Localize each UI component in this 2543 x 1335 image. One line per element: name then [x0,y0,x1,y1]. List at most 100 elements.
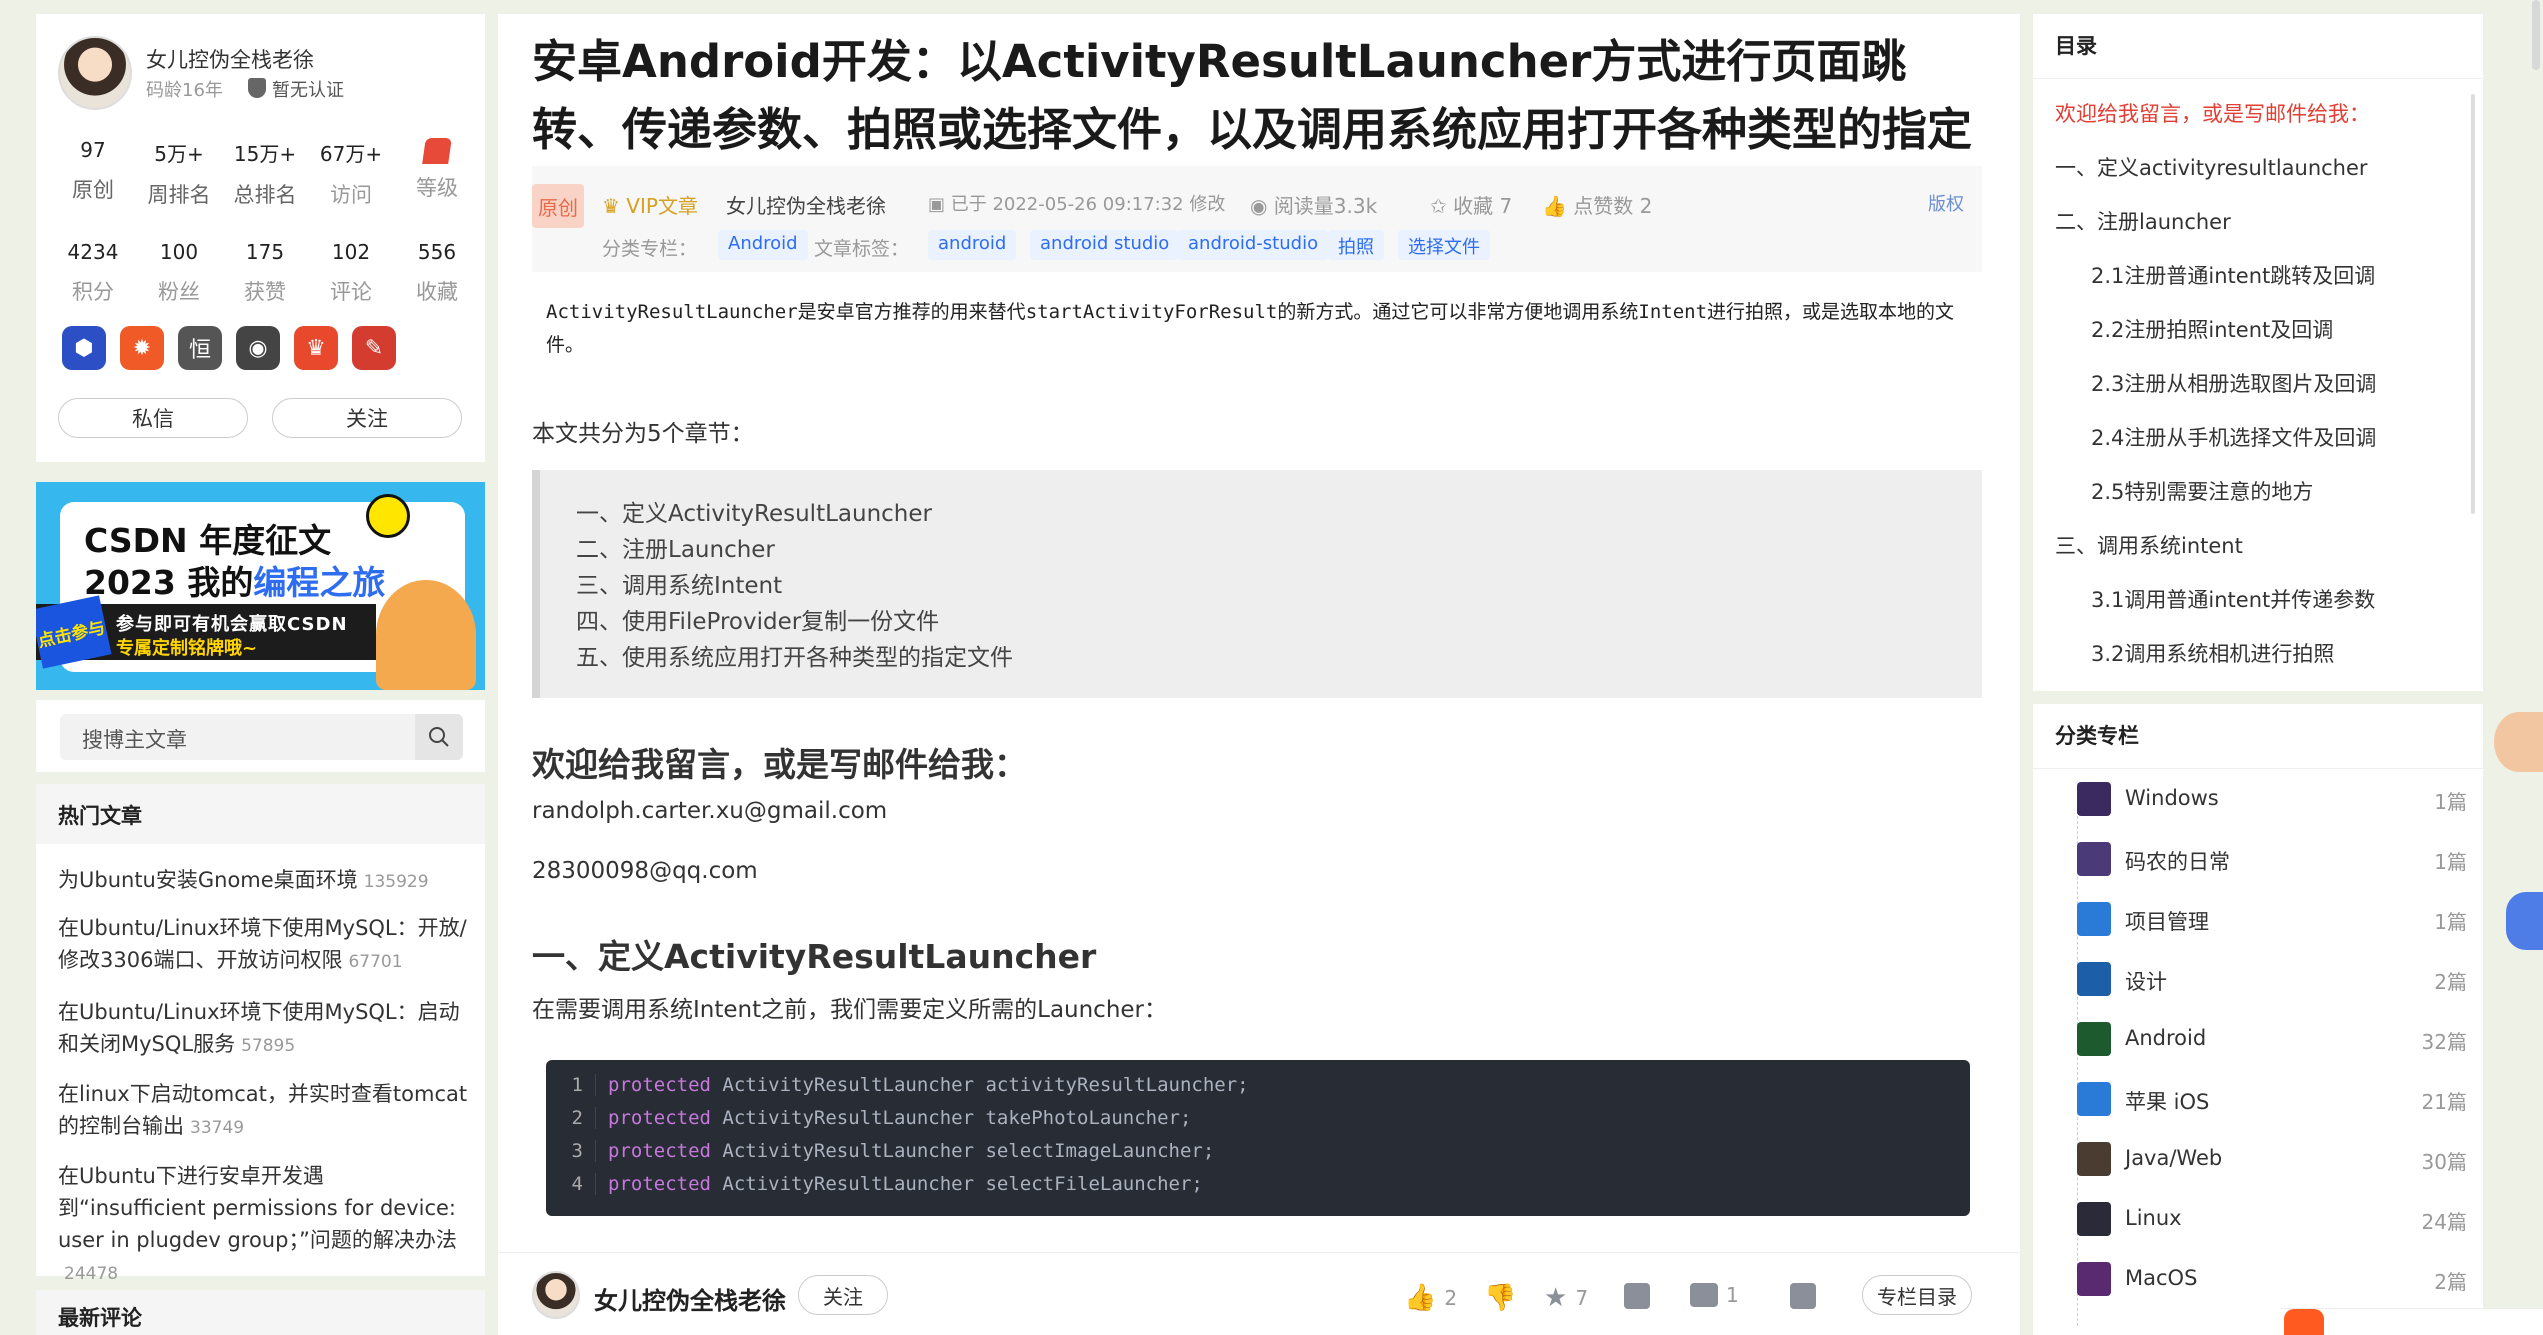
code-line: 1 protected ActivityResultLauncher activi… [546,1074,1970,1107]
favorite-count[interactable]: ✩ 收藏 7 [1430,190,1512,219]
tag-android[interactable]: android [928,230,1017,260]
toc-item[interactable]: 二、注册launcher [2055,206,2231,236]
badge-red-icon[interactable]: ♛ [294,326,338,370]
meta-author[interactable]: 女儿控伪全栈老徐 [726,190,886,219]
floating-sidebar [2492,0,2543,1335]
hot-article-item[interactable]: 在Ubuntu/Linux环境下使用MySQL：开放/修改3306端口、开放访问… [58,912,468,978]
scroll-track[interactable] [2532,0,2540,70]
copyright-link[interactable]: 版权 [1928,190,1964,216]
event-banner[interactable]: CSDN 年度征文 2023 我的编程之旅 点击参与 参与即可有机会赢取CSDN… [36,482,485,690]
stat-comments[interactable]: 102 评论 [306,240,396,306]
banner-subtitle: 2023 我的 [84,563,254,602]
category-design[interactable]: 设计 2篇 [2077,962,2467,1002]
github-icon[interactable]: ◉ [236,326,280,370]
category-linux[interactable]: Linux 24篇 [2077,1202,2467,1242]
stat-points[interactable]: 4234 积分 [48,240,138,306]
toc-scrollbar[interactable] [2471,94,2475,514]
banner-highlight: 编程之旅 [253,563,386,602]
mascot-icon[interactable] [2494,712,2543,772]
vip-label[interactable]: ♛ VIP文章 [602,190,698,219]
original-badge: 原创 [532,184,584,228]
follow-button[interactable]: 关注 [272,398,462,438]
stat-week-rank[interactable]: 5万+ 周排名 [134,138,224,209]
read-count: ◉ 阅读量3.3k [1250,194,1378,218]
toc-item[interactable]: 2.4注册从手机选择文件及回调 [2091,422,2376,452]
message-button[interactable]: 私信 [58,398,248,438]
certification-status: 暂无认证 [272,80,344,101]
category-windows[interactable]: Windows 1篇 [2077,782,2467,822]
author-name[interactable]: 女儿控伪全栈老徐 [146,44,314,74]
hot-articles: 热门文章 为Ubuntu安装Gnome桌面环境 135929 在Ubuntu/Li… [36,784,485,1284]
chapter-item: 五、使用系统应用打开各种类型的指定文件 [576,645,1013,671]
java-category-icon [2077,1142,2111,1176]
hot-article-item[interactable]: 在linux下启动tomcat，并实时查看tomcat的控制台输出 33749 [58,1078,468,1144]
toolbar-avatar[interactable] [532,1271,580,1319]
tag-photo[interactable]: 拍照 [1328,230,1384,260]
toolbar-like-button[interactable]: 👍 2 [1404,1283,1457,1313]
stat-visits[interactable]: 67万+ 访问 [306,138,396,209]
daily-category-icon [2077,842,2111,876]
toc-item[interactable]: 2.1注册普通intent跳转及回调 [2091,260,2375,290]
toolbar-favorite-button[interactable]: ★ 7 [1544,1283,1588,1313]
category-android[interactable]: Android 32篇 [2077,1022,2467,1062]
latest-comments: 最新评论 [36,1290,485,1335]
views-count: 67701 [348,952,403,972]
toc-item[interactable]: 欢迎给我留言，或是写邮件给我： [2055,98,2370,128]
toolbar-dislike-button[interactable]: 👎 [1484,1283,1516,1313]
project-category-icon [2077,902,2111,936]
section-heading-define: 一、定义ActivityResultLauncher [532,937,1097,976]
toc-item[interactable]: 三、调用系统intent [2055,530,2243,560]
stat-level[interactable]: 等级 [392,138,482,202]
banner-character-illustration [376,580,476,690]
thumb-up-icon: 👍 [1404,1283,1437,1313]
toc-item[interactable]: 2.3注册从相册选取图片及回调 [2091,368,2376,398]
chapter-item: 三、调用系统Intent [576,573,783,599]
tag-android-studio-hyphen[interactable]: android-studio [1178,230,1329,260]
stat-total-rank[interactable]: 15万+ 总排名 [220,138,310,209]
feedback-icon[interactable] [2506,892,2543,950]
hot-article-item[interactable]: 为Ubuntu安装Gnome桌面环境 135929 [58,864,468,898]
category-project-management[interactable]: 项目管理 1篇 [2077,902,2467,942]
toc-item[interactable]: 一、定义activityresultlauncher [2055,152,2368,182]
stat-original[interactable]: 97 原创 [48,138,138,204]
category-ios[interactable]: 苹果 iOS 21篇 [2077,1082,2467,1122]
stat-likes[interactable]: 175 获赞 [220,240,310,306]
toc-item[interactable]: 2.2注册拍照intent及回调 [2091,314,2333,344]
toolbar-share-button[interactable] [1790,1283,1816,1309]
star-icon: ★ [1544,1283,1568,1313]
badge-blue-icon[interactable]: ⬢ [62,326,106,370]
stat-favorites[interactable]: 556 收藏 [392,240,482,306]
toolbar-reward-button[interactable] [1624,1283,1650,1309]
search-input[interactable]: 搜博主文章 [60,714,415,760]
stat-fans[interactable]: 100 粉丝 [134,240,224,306]
tag-select-file[interactable]: 选择文件 [1398,230,1490,260]
like-count[interactable]: 👍 点赞数 2 [1542,190,1652,219]
search-icon [429,727,449,747]
toc-item[interactable]: 3.2调用系统相机进行拍照 [2091,638,2334,668]
tag-android-studio[interactable]: android studio [1030,230,1180,260]
badge-grey-icon[interactable]: 恒 [178,326,222,370]
category-daily[interactable]: 码农的日常 1篇 [2077,842,2467,882]
badge-orange-icon[interactable]: ✹ [120,326,164,370]
category-java-web[interactable]: Java/Web 30篇 [2077,1142,2467,1182]
eye-icon: ◉ [1250,194,1274,218]
category-macos[interactable]: MacOS 2篇 [2077,1262,2467,1302]
toc-item[interactable]: 2.5特别需要注意的地方 [2091,476,2313,506]
badge-pen-icon[interactable]: ✎ [352,326,396,370]
column-tag[interactable]: Android [718,230,808,260]
toolbar-author-name[interactable]: 女儿控伪全栈老徐 [594,1281,786,1316]
hot-article-item[interactable]: 在Ubuntu/Linux环境下使用MySQL：启动和关闭MySQL服务 5789… [58,996,468,1062]
code-block: 1 protected ActivityResultLauncher activi… [546,1060,1970,1216]
toolbar-comment-button[interactable]: 1 [1690,1283,1739,1307]
author-avatar[interactable] [58,36,132,110]
chapters-blockquote: 一、定义ActivityResultLauncher 二、注册Launcher … [532,470,1982,698]
toolbar-follow-button[interactable]: 关注 [798,1275,888,1315]
ime-toolbar[interactable] [2280,1308,2543,1335]
reward-icon [1624,1283,1650,1309]
toc-item[interactable]: 3.1调用普通intent并传递参数 [2091,584,2375,614]
search-button[interactable] [415,714,463,760]
design-category-icon [2077,962,2111,996]
hot-article-item[interactable]: 在Ubuntu下进行安卓开发遇到“insufficient permission… [58,1160,468,1290]
email-qq: 28300098@qq.com [532,858,758,884]
column-directory-button[interactable]: 专栏目录 [1862,1275,1972,1315]
